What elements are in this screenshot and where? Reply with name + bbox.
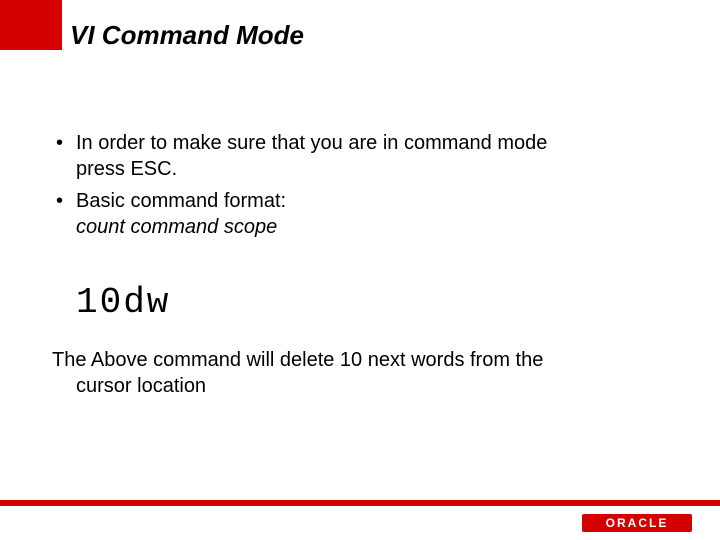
code-example: 10dw [76,280,680,327]
code-description: The Above command will delete 10 next wo… [52,347,680,399]
oracle-logo-text: ORACLE [606,516,669,530]
bullet-text-line1: In order to make sure that you are in co… [76,132,547,154]
description-line1: The Above command will delete 10 next wo… [52,349,543,371]
description-line2: cursor location [52,373,680,399]
bullet-item: Basic command format: count command scop… [52,188,680,240]
bullet-text-line2: press ESC. [76,156,680,182]
bullet-list: In order to make sure that you are in co… [52,130,680,240]
oracle-logo: ORACLE [582,514,692,532]
slide: VI Command Mode In order to make sure th… [0,0,720,540]
bullet-text-line2-italic: count command scope [76,214,680,240]
slide-title: VI Command Mode [70,20,304,51]
oracle-logo-icon: ORACLE [582,514,692,532]
bullet-text-line1: Basic command format: [76,190,286,212]
header-accent-square [0,0,62,50]
slide-body: In order to make sure that you are in co… [52,130,680,399]
footer-accent-bar [0,500,720,506]
bullet-item: In order to make sure that you are in co… [52,130,680,182]
